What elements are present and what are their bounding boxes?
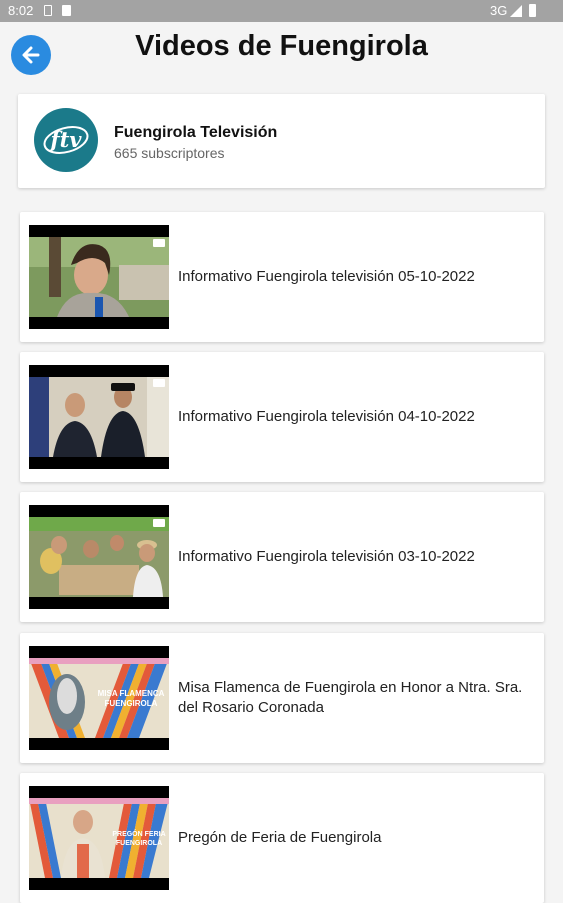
- video-title: Informativo Fuengirola televisión 05-10-…: [178, 268, 475, 285]
- video-title: Misa Flamenca de Fuengirola en Honor a N…: [178, 679, 523, 716]
- channel-name: Fuengirola Televisión: [114, 124, 278, 141]
- sim-icon: [44, 5, 52, 16]
- svg-text:FUENGIROLA: FUENGIROLA: [105, 699, 158, 708]
- video-item[interactable]: Informativo Fuengirola televisión 03-10-…: [20, 492, 544, 622]
- svg-text:FUENGIROLA: FUENGIROLA: [116, 840, 162, 847]
- svg-text:PREGÓN FERIA: PREGÓN FERIA: [112, 829, 165, 838]
- status-time: 8:02: [8, 3, 34, 18]
- status-bar: 8:02 3G: [0, 0, 563, 22]
- signal-icon: [510, 5, 522, 17]
- channel-subscribers: 665 subscriptores: [114, 145, 225, 161]
- video-thumbnail: [29, 505, 169, 609]
- network-type: 3G: [490, 3, 508, 18]
- channel-card[interactable]: ftv Fuengirola Televisión 665 subscripto…: [18, 94, 545, 188]
- video-item[interactable]: MISA FLAMENCA FUENGIROLA Misa Flamenca d…: [20, 633, 544, 763]
- video-title: Informativo Fuengirola televisión 04-10-…: [178, 408, 475, 425]
- channel-logo: ftv: [34, 108, 98, 172]
- battery-icon: [529, 4, 536, 17]
- video-thumbnail: [29, 225, 169, 329]
- svg-text:ftv: ftv: [49, 127, 83, 152]
- video-title: Informativo Fuengirola televisión 03-10-…: [178, 548, 475, 565]
- video-item[interactable]: Informativo Fuengirola televisión 05-10-…: [20, 212, 544, 342]
- video-item[interactable]: PREGÓN FERIA FUENGIROLA Pregón de Feria …: [20, 773, 544, 903]
- video-thumbnail: MISA FLAMENCA FUENGIROLA: [29, 646, 169, 750]
- video-thumbnail: PREGÓN FERIA FUENGIROLA: [29, 786, 169, 890]
- svg-text:MISA FLAMENCA: MISA FLAMENCA: [98, 689, 165, 698]
- sd-card-icon: [62, 5, 71, 16]
- video-item[interactable]: Informativo Fuengirola televisión 04-10-…: [20, 352, 544, 482]
- video-title: Pregón de Feria de Fuengirola: [178, 829, 382, 846]
- video-thumbnail: [29, 365, 169, 469]
- page-title: Videos de Fuengirola: [135, 30, 428, 62]
